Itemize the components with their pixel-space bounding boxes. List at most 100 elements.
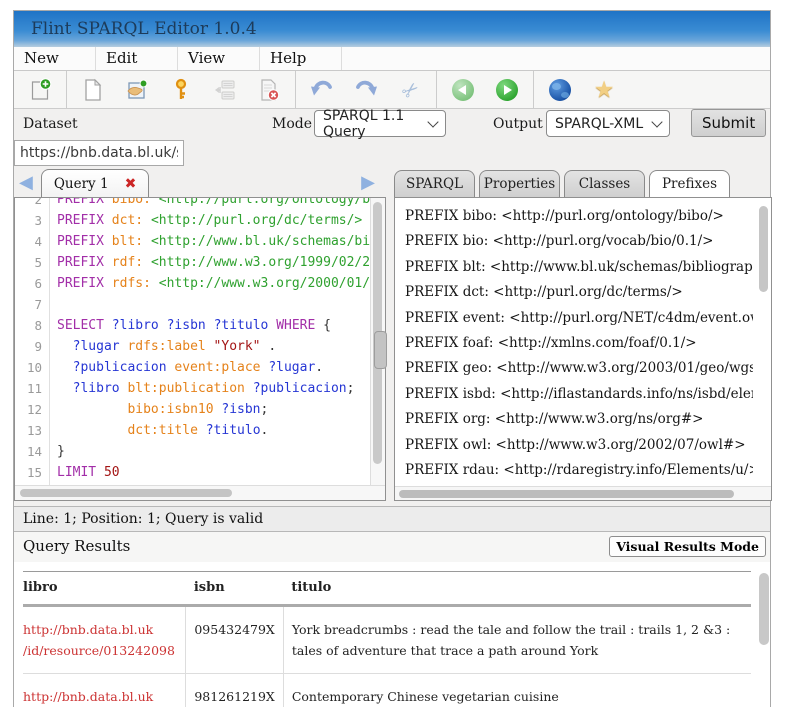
endpoint-info-button[interactable] (538, 74, 582, 106)
code-line[interactable]: 13 dct:title ?titulo. (15, 420, 371, 441)
key-button[interactable] (159, 74, 203, 106)
editor-code-area[interactable]: 2PREFIX bibo: <http://purl.org/ontology/… (15, 198, 371, 487)
code-line[interactable]: 9 ?lugar rdfs:label "York" . (15, 336, 371, 357)
line-number: 13 (15, 420, 49, 441)
save-button[interactable] (203, 74, 247, 106)
endpoint-input[interactable] (14, 140, 184, 166)
forward-icon (496, 79, 518, 101)
prefixes-panel: PREFIX bibo: <http://purl.org/ontology/b… (394, 197, 772, 501)
panel-horizontal-scrollbar-thumb[interactable] (399, 490, 734, 498)
prefix-item[interactable]: PREFIX bibo: <http://purl.org/ontology/b… (395, 204, 753, 229)
line-number: 10 (15, 357, 49, 378)
code-line[interactable]: 15LIMIT 50 (15, 462, 371, 483)
status-bar: Line: 1; Position: 1; Query is valid (14, 506, 770, 532)
redo-button[interactable] (344, 74, 388, 106)
panel-horizontal-scrollbar[interactable] (395, 486, 771, 500)
resource-link[interactable]: /id/resource/013242098 (23, 640, 177, 661)
prefix-item[interactable]: PREFIX geo: <http://www.w3.org/2003/01/g… (395, 356, 753, 381)
prefix-item[interactable]: PREFIX isbd: <http://iflastandards.info/… (395, 382, 753, 407)
tab-query-1[interactable]: Query 1 ✖ (41, 169, 149, 197)
prefix-item[interactable]: PREFIX event: <http://purl.org/NET/c4dm/… (395, 306, 753, 331)
back-icon (452, 79, 474, 101)
isbn-cell: 981261219X (186, 674, 283, 707)
code-line[interactable]: 8SELECT ?libro ?isbn ?titulo WHERE { (15, 315, 371, 336)
code-line[interactable]: 12 bibo:isbn10 ?isbn; (15, 399, 371, 420)
mode-select-value: SPARQL 1.1 Query (323, 108, 421, 140)
visual-results-mode-button[interactable]: Visual Results Mode (609, 536, 766, 557)
code-line[interactable]: 14} (15, 441, 371, 462)
chevron-down-icon (427, 116, 438, 127)
code-text: PREFIX rdf: <http://www.w3.org/1999/02/2 (49, 252, 370, 273)
prefix-item[interactable]: PREFIX blt: <http://www.bl.uk/schemas/bi… (395, 255, 753, 280)
results-vertical-scrollbar-thumb[interactable] (759, 573, 769, 645)
results-header: Query Results Visual Results Mode (14, 532, 770, 562)
submit-button[interactable]: Submit (691, 109, 766, 137)
tab-classes[interactable]: Classes (564, 170, 645, 197)
code-text: PREFIX rdfs: <http://www.w3.org/2000/01/ (49, 273, 370, 294)
tab-scroll-right-icon[interactable]: ▶ (356, 169, 380, 197)
tab-sparql[interactable]: SPARQL (394, 170, 475, 197)
line-number: 11 (15, 378, 49, 399)
line-number: 6 (15, 273, 49, 294)
menu-item-view[interactable]: View (178, 47, 260, 70)
column-header-titulo: titulo (283, 572, 751, 606)
code-text: ?lugar rdfs:label "York" . (49, 336, 276, 357)
new-document-icon (82, 78, 104, 102)
prefix-item[interactable]: PREFIX dct: <http://purl.org/dc/terms/> (395, 280, 753, 305)
close-tab-icon[interactable]: ✖ (125, 176, 137, 192)
code-line[interactable]: 11 ?libro blt:publication ?publicacion; (15, 378, 371, 399)
tab-properties[interactable]: Properties (479, 170, 560, 197)
key-icon (169, 78, 193, 102)
controls-row: Dataset Mode SPARQL 1.1 Query Output SPA… (14, 109, 770, 139)
code-line[interactable]: 5PREFIX rdf: <http://www.w3.org/1999/02/… (15, 252, 371, 273)
menu-item-help[interactable]: Help (260, 47, 342, 70)
table-row: http://bnb.data.bl.uk/id/resource/013527… (23, 674, 751, 707)
code-text: dct:title ?titulo. (49, 420, 268, 441)
prefix-item[interactable]: PREFIX rdau: <http://rdaregistry.info/El… (395, 458, 753, 483)
prefix-item[interactable]: PREFIX owl: <http://www.w3.org/2002/07/o… (395, 433, 753, 458)
line-number: 7 (15, 294, 49, 315)
editor-horizontal-scrollbar[interactable] (15, 485, 385, 500)
results-body: libroisbntitulo http://bnb.data.bl.uk/id… (14, 562, 770, 707)
resource-link[interactable]: http://bnb.data.bl.uk (23, 619, 177, 640)
output-label: Output (493, 116, 543, 132)
query-editor[interactable]: 2PREFIX bibo: <http://purl.org/ontology/… (14, 197, 386, 501)
forward-button[interactable] (485, 74, 529, 106)
undo-button[interactable] (300, 74, 344, 106)
resource-link[interactable]: http://bnb.data.bl.uk (23, 686, 177, 707)
menu-item-edit[interactable]: Edit (96, 47, 178, 70)
code-line[interactable]: 2PREFIX bibo: <http://purl.org/ontology/… (15, 198, 371, 210)
splitter-handle[interactable] (374, 331, 387, 369)
prefix-item[interactable]: PREFIX foaf: <http://xmlns.com/foaf/0.1/… (395, 331, 753, 356)
undo-icon (309, 77, 335, 102)
code-line[interactable]: 6PREFIX rdfs: <http://www.w3.org/2000/01… (15, 273, 371, 294)
code-line[interactable]: 10 ?publicacion event:place ?lugar. (15, 357, 371, 378)
prefix-item[interactable]: PREFIX org: <http://www.w3.org/ns/org#> (395, 407, 753, 432)
code-text: PREFIX bibo: <http://purl.org/ontology/b (49, 198, 370, 210)
window-title: Flint SPARQL Editor 1.0.4 (31, 19, 257, 39)
code-line[interactable]: 3PREFIX dct: <http://purl.org/dc/terms/> (15, 210, 371, 231)
delete-document-button[interactable] (247, 74, 291, 106)
tab-prefixes[interactable]: Prefixes (649, 170, 730, 197)
code-line[interactable]: 7 (15, 294, 371, 315)
mode-select[interactable]: SPARQL 1.1 Query (314, 110, 446, 137)
open-document-button[interactable] (115, 74, 159, 106)
isbn-cell: 095432479X (186, 606, 283, 674)
favourites-button[interactable]: ★ (582, 74, 626, 106)
prefix-item[interactable]: PREFIX bio: <http://purl.org/vocab/bio/0… (395, 229, 753, 254)
back-button[interactable] (441, 74, 485, 106)
column-header-libro: libro (23, 572, 186, 606)
editor-horizontal-scrollbar-thumb[interactable] (20, 489, 232, 497)
panel-vertical-scrollbar-thumb[interactable] (759, 206, 768, 292)
cut-button[interactable]: ✂ (388, 74, 432, 106)
tab-scroll-left-icon[interactable]: ◀ (14, 169, 38, 197)
line-number: 9 (15, 336, 49, 357)
column-header-isbn: isbn (186, 572, 283, 606)
new-document-button[interactable] (71, 74, 115, 106)
table-row: http://bnb.data.bl.uk/id/resource/013242… (23, 606, 751, 674)
new-query-icon (28, 78, 52, 102)
menu-item-new[interactable]: New (14, 47, 96, 70)
code-line[interactable]: 4PREFIX blt: <http://www.bl.uk/schemas/b… (15, 231, 371, 252)
new-query-button[interactable] (18, 74, 62, 106)
output-select[interactable]: SPARQL-XML (546, 110, 670, 137)
